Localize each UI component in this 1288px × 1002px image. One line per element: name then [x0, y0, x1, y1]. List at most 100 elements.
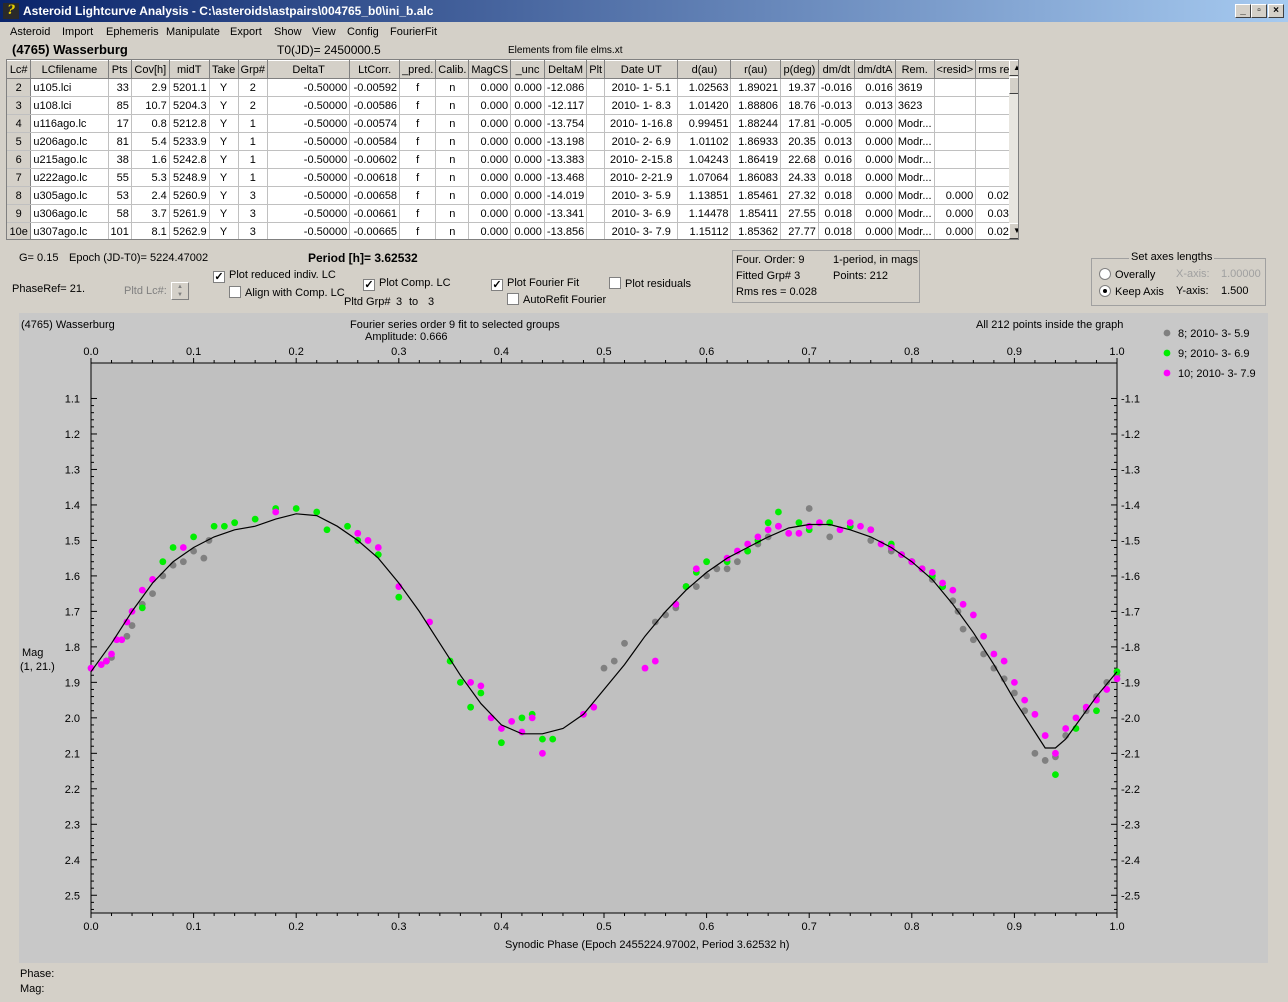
- table-cell[interactable]: 20.35: [780, 132, 819, 151]
- table-cell[interactable]: 5261.9: [169, 204, 210, 223]
- table-cell[interactable]: -0.50000: [267, 78, 351, 97]
- table-cell[interactable]: 2010- 2-21.9: [604, 168, 679, 187]
- table-cell[interactable]: 5248.9: [169, 168, 210, 187]
- table-cell[interactable]: Modr...: [895, 204, 935, 223]
- table-cell[interactable]: [586, 114, 606, 133]
- table-row[interactable]: 10e u307ago.lc 101 8.1 5262.9 Y 3 -0.50000 -0.00…: [7, 222, 1018, 239]
- table-cell[interactable]: 5212.8: [169, 114, 210, 133]
- menu-config[interactable]: Config: [347, 26, 379, 38]
- table-cell[interactable]: 0.000: [510, 78, 545, 97]
- table-cell[interactable]: [934, 114, 977, 133]
- table-cell[interactable]: -13.383: [544, 150, 588, 169]
- table-cell[interactable]: 1.6: [131, 150, 170, 169]
- table-cell[interactable]: -0.00592: [349, 78, 401, 97]
- table-cell[interactable]: 5260.9: [169, 186, 210, 205]
- table-cell[interactable]: 3: [238, 222, 269, 239]
- scroll-down-icon[interactable]: ▼: [1009, 223, 1018, 239]
- table-cell[interactable]: n: [435, 186, 470, 205]
- table-cell[interactable]: n: [435, 168, 470, 187]
- overall-radio[interactable]: Overally: [1099, 268, 1155, 281]
- column-header[interactable]: DeltaT: [267, 60, 351, 79]
- table-cell[interactable]: 2010- 1-16.8: [604, 114, 679, 133]
- table-row[interactable]: 6 u215ago.lc 38 1.6 5242.8 Y 1 -0.50000 -0.00602…: [7, 150, 1018, 169]
- table-cell[interactable]: 0.000: [854, 204, 896, 223]
- table-cell[interactable]: u222ago.lc: [30, 168, 109, 187]
- column-header[interactable]: LtCorr.: [349, 60, 401, 79]
- table-cell[interactable]: f: [399, 132, 437, 151]
- menu-export[interactable]: Export: [230, 26, 262, 38]
- plot-residuals-check[interactable]: [609, 277, 621, 289]
- table-cell[interactable]: -0.00586: [349, 96, 401, 115]
- table-cell[interactable]: 3: [7, 96, 32, 115]
- table-cell[interactable]: -0.00665: [349, 222, 401, 239]
- column-header[interactable]: MagCS: [468, 60, 512, 79]
- table-cell[interactable]: Modr...: [895, 114, 935, 133]
- table-cell[interactable]: -13.198: [544, 132, 588, 151]
- table-cell[interactable]: 0.000: [510, 168, 545, 187]
- table-cell[interactable]: -0.005: [818, 114, 856, 133]
- table-cell[interactable]: Modr...: [895, 168, 935, 187]
- table-row[interactable]: 8 u305ago.lc 53 2.4 5260.9 Y 3 -0.50000 -0.00658…: [7, 186, 1018, 205]
- table-cell[interactable]: 2010- 3- 5.9: [604, 186, 679, 205]
- table-cell[interactable]: -12.086: [544, 78, 588, 97]
- table-cell[interactable]: Y: [209, 204, 239, 223]
- plot-fourier-check[interactable]: ✓: [491, 279, 503, 291]
- column-header[interactable]: midT: [169, 60, 210, 79]
- table-cell[interactable]: -0.013: [818, 96, 856, 115]
- table-cell[interactable]: 0.000: [468, 150, 512, 169]
- table-cell[interactable]: 1.02563: [677, 78, 732, 97]
- menu-fourierfit[interactable]: FourierFit: [390, 26, 437, 38]
- table-cell[interactable]: n: [435, 78, 470, 97]
- table-cell[interactable]: [586, 150, 606, 169]
- table-cell[interactable]: 58: [108, 204, 132, 223]
- table-cell[interactable]: 53: [108, 186, 132, 205]
- maximize-button[interactable]: ▫: [1251, 4, 1267, 18]
- table-cell[interactable]: 3623: [895, 96, 935, 115]
- table-row[interactable]: 4 u116ago.lc 17 0.8 5212.8 Y 1 -0.50000 -0.00574…: [7, 114, 1018, 133]
- table-cell[interactable]: 55: [108, 168, 132, 187]
- menu-ephemeris[interactable]: Ephemeris: [106, 26, 159, 38]
- table-cell[interactable]: [934, 168, 977, 187]
- table-cell[interactable]: 5233.9: [169, 132, 210, 151]
- table-cell[interactable]: 2010- 3- 6.9: [604, 204, 679, 223]
- column-header[interactable]: Lc#: [7, 60, 32, 79]
- table-cell[interactable]: 3.7: [131, 204, 170, 223]
- table-cell[interactable]: n: [435, 222, 470, 239]
- table-cell[interactable]: f: [399, 168, 437, 187]
- table-cell[interactable]: 1.04243: [677, 150, 732, 169]
- y-axis-value[interactable]: 1.500: [1221, 285, 1249, 297]
- table-cell[interactable]: 1.85362: [730, 222, 781, 239]
- table-cell[interactable]: -0.50000: [267, 114, 351, 133]
- scroll-up-icon[interactable]: ▲: [1009, 60, 1018, 76]
- table-cell[interactable]: n: [435, 96, 470, 115]
- table-cell[interactable]: u108.lci: [30, 96, 109, 115]
- table-cell[interactable]: Y: [209, 132, 239, 151]
- column-header[interactable]: Cov[h]: [131, 60, 170, 79]
- table-cell[interactable]: Modr...: [895, 222, 935, 239]
- table-cell[interactable]: 24.33: [780, 168, 819, 187]
- table-cell[interactable]: -0.00618: [349, 168, 401, 187]
- table-cell[interactable]: 8: [7, 186, 32, 205]
- table-cell[interactable]: -12.117: [544, 96, 588, 115]
- column-header[interactable]: d(au): [677, 60, 732, 79]
- table-cell[interactable]: 17: [108, 114, 132, 133]
- table-cell[interactable]: f: [399, 222, 437, 239]
- table-row[interactable]: 9 u306ago.lc 58 3.7 5261.9 Y 3 -0.50000 -0.00661…: [7, 204, 1018, 223]
- minimize-button[interactable]: _: [1235, 4, 1251, 18]
- table-cell[interactable]: 1: [238, 132, 269, 151]
- table-cell[interactable]: 5.3: [131, 168, 170, 187]
- table-cell[interactable]: Y: [209, 168, 239, 187]
- column-header[interactable]: _unc: [510, 60, 545, 79]
- table-row[interactable]: 3 u108.lci 85 10.7 5204.3 Y 2 -0.50000 -0.00586 f…: [7, 96, 1018, 115]
- column-header[interactable]: <resid>: [934, 60, 977, 79]
- table-cell[interactable]: 1.88244: [730, 114, 781, 133]
- table-cell[interactable]: 4: [7, 114, 32, 133]
- grp-from[interactable]: 3: [396, 296, 402, 308]
- table-cell[interactable]: Y: [209, 150, 239, 169]
- table-cell[interactable]: -0.50000: [267, 186, 351, 205]
- table-cell[interactable]: 81: [108, 132, 132, 151]
- table-cell[interactable]: 0.000: [468, 168, 512, 187]
- table-cell[interactable]: 0.018: [818, 222, 856, 239]
- table-cell[interactable]: 0.000: [468, 222, 512, 239]
- menu-manipulate[interactable]: Manipulate: [166, 26, 220, 38]
